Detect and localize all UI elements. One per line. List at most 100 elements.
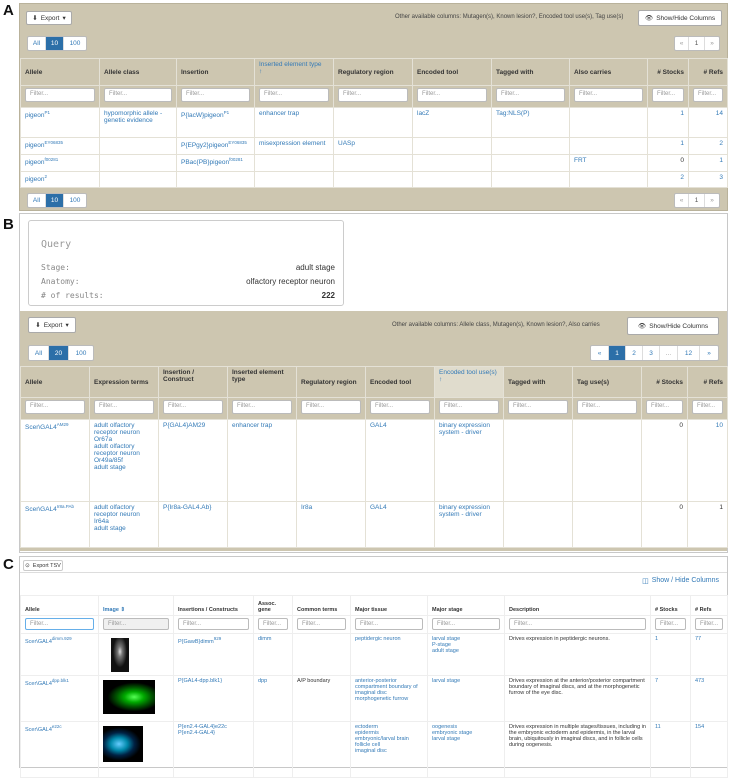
allele-link[interactable]: pigeon2 [25,174,47,183]
filter-input[interactable]: Filter... [232,400,292,414]
allele-link[interactable]: Scer\GAL4e22c [25,724,62,733]
stocks-count[interactable]: 1 [647,137,689,155]
col-tag-use[interactable]: Tag use(s) [572,366,642,398]
page-size-100[interactable]: 100 [64,194,86,207]
col-allele-class[interactable]: Allele class [99,58,177,86]
gene-link[interactable]: dimm [253,633,293,676]
page-size-10[interactable]: 10 [46,37,64,50]
expression-terms[interactable]: adult olfactory receptor neuron Ir64a adu… [89,501,159,548]
filter-input[interactable]: Filter... [338,88,408,102]
col-inserted-element-type[interactable]: Inserted element type [227,366,297,398]
insertion-link[interactable]: PBac{PB}pigeonf00281 [181,157,243,166]
allele-link[interactable]: pigeonP1 [25,110,50,119]
pager-next[interactable]: » [705,37,719,50]
col-tagged-with[interactable]: Tagged with [491,58,570,86]
stage-terms[interactable]: larval stage [427,675,505,722]
expression-image-thumbnail[interactable] [103,726,143,762]
stage-terms[interactable]: larval stage P-stage adult stage [427,633,505,676]
regulatory-region-link[interactable]: UASp [333,137,413,155]
tool-use-link[interactable]: binary expression system - driver [434,419,504,502]
allele-link[interactable]: Scer\GAL4Ir8a.PAb [25,504,74,513]
stocks-count[interactable]: 7 [650,675,691,722]
export-button[interactable]: ⬇ Export ▾ [26,11,72,25]
filter-input[interactable]: Filter... [163,400,223,414]
filter-input[interactable]: Filter... [432,618,500,630]
col-stocks[interactable]: # Stocks [650,595,691,616]
col-also-carries[interactable]: Also carries [569,58,648,86]
encoded-tool-link[interactable]: GAL4 [365,501,435,548]
pager-prev[interactable]: « [591,346,609,360]
also-carries-link[interactable]: FRT [569,154,648,172]
export-tsv-button[interactable]: ⊙ Export TSV [23,560,63,571]
filter-input[interactable]: Filter... [655,618,686,630]
col-major-tissue[interactable]: Major tissue [350,595,428,616]
regulatory-region-link[interactable]: Ir8a [296,501,366,548]
col-tagged-with[interactable]: Tagged with [503,366,573,398]
stocks-count[interactable]: 2 [647,171,689,188]
filter-input[interactable]: Filter... [693,88,723,102]
allele-link[interactable]: Scer\GAL4AM29 [25,422,69,431]
filter-input[interactable]: Filter... [104,88,172,102]
tagged-with-link[interactable]: Tag:NLS(P) [491,107,570,138]
pager-page-1[interactable]: 1 [689,194,705,207]
filter-input[interactable]: Filter... [509,618,646,630]
filter-input[interactable]: Filter... [574,88,643,102]
filter-input[interactable]: Filter... [577,400,637,414]
allele-class-link[interactable]: hypomorphic allele - genetic evidence [99,107,177,138]
tissue-terms[interactable]: ectoderm epidermis embryonic/larval brain f… [350,721,428,778]
filter-input[interactable]: Filter... [25,618,94,630]
construct-link[interactable]: P{GawB}dimm929 [178,636,221,645]
filter-input[interactable]: Filter... [103,618,169,630]
allele-link[interactable]: pigeonf00281 [25,157,58,166]
col-insertions-constructs[interactable]: Insertions / Constructs [173,595,254,616]
refs-count[interactable]: 14 [688,107,728,138]
filter-input[interactable]: Filter... [355,618,423,630]
filter-input[interactable]: Filter... [94,400,154,414]
col-refs[interactable]: # Refs [690,595,728,616]
show-hide-columns-button[interactable]: ◫ Show / Hide Columns [642,577,719,585]
col-regulatory-region[interactable]: Regulatory region [296,366,366,398]
filter-input[interactable]: Filter... [652,88,684,102]
page-size-all[interactable]: All [28,37,46,50]
col-stocks[interactable]: # Stocks [641,366,688,398]
encoded-tool-link[interactable]: lacZ [412,107,492,138]
filter-input[interactable]: Filter... [496,88,565,102]
filter-input[interactable]: Filter... [178,618,249,630]
insertion-link[interactable]: P{EPgy2}pigeonEY06835 [181,140,247,149]
allele-link[interactable]: Scer\GAL4dimm.929 [25,636,72,645]
filter-input[interactable]: Filter... [695,618,723,630]
tissue-terms[interactable]: anterior-posterior compartment boundary … [350,675,428,722]
construct-link[interactable]: P{GAL4-dpp.blk1} [173,675,254,722]
allele-link[interactable]: pigeonEY06835 [25,140,63,149]
element-type-link[interactable]: misexpression element [254,137,334,155]
filter-input[interactable]: Filter... [646,400,683,414]
show-hide-columns-button[interactable]: 👁 Show/Hide Columns [638,10,722,26]
col-stocks[interactable]: # Stocks [647,58,689,86]
refs-count[interactable]: 2 [688,137,728,155]
expression-image-thumbnail[interactable] [111,638,129,672]
page-size-100[interactable]: 100 [69,346,93,360]
filter-input[interactable]: Filter... [439,400,499,414]
refs-count[interactable]: 3 [688,171,728,188]
col-description[interactable]: Description [504,595,651,616]
filter-input[interactable]: Filter... [181,88,250,102]
pager-prev[interactable]: « [675,37,689,50]
page-size-all[interactable]: All [28,194,46,207]
refs-count[interactable]: 77 [690,633,728,676]
filter-input[interactable]: Filter... [370,400,430,414]
stage-terms[interactable]: oogenesis embryonic stage larval stage [427,721,505,778]
filter-input[interactable]: Filter... [297,618,346,630]
pager-next[interactable]: » [705,194,719,207]
element-type-link[interactable]: enhancer trap [254,107,334,138]
col-refs[interactable]: # Refs [688,58,728,86]
filter-input[interactable]: Filter... [259,88,329,102]
page-size-all[interactable]: All [29,346,49,360]
col-allele[interactable]: Allele [20,366,90,398]
filter-input[interactable]: Filter... [301,400,361,414]
filter-input[interactable]: Filter... [692,400,723,414]
stocks-count[interactable]: 11 [650,721,691,778]
col-encoded-tool-use[interactable]: Encoded tool use(s) ↑ [434,366,504,398]
expression-terms[interactable]: adult olfactory receptor neuron Or67a adu… [89,419,159,502]
col-encoded-tool[interactable]: Encoded tool [412,58,492,86]
page-size-100[interactable]: 100 [64,37,86,50]
